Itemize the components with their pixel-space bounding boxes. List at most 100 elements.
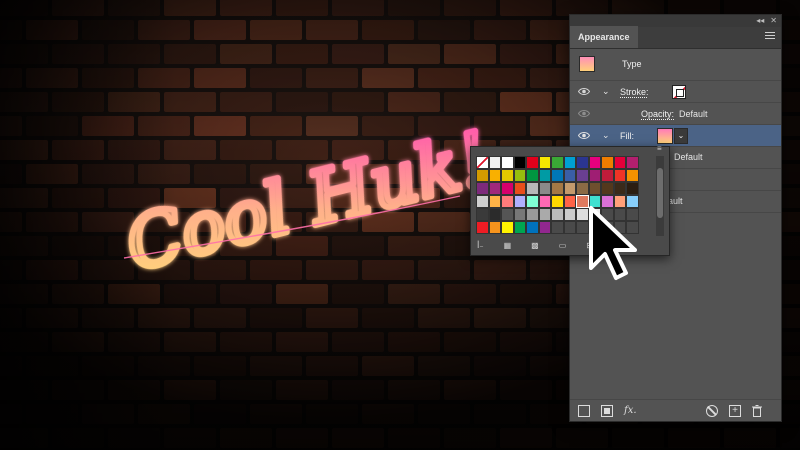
swatch-chip[interactable] [563,182,576,195]
swatch-chip[interactable] [513,208,526,221]
swatch-chip[interactable] [476,182,489,195]
swatch-chip[interactable] [551,221,564,234]
chevron-down-icon[interactable]: ⌄ [602,130,610,141]
swatch-chip[interactable] [501,169,514,182]
swatch-chip[interactable] [513,169,526,182]
trash-icon[interactable] [752,404,762,417]
swatch-chip[interactable] [551,182,564,195]
swatch-row [476,156,639,169]
swatch-chip[interactable] [613,156,626,169]
swatch-chip[interactable] [476,195,489,208]
fill-gradient-swatch[interactable] [657,128,673,144]
object-opacity-value: ault [668,196,683,206]
swatch-chip[interactable] [538,221,551,234]
swatch-chip[interactable] [501,195,514,208]
swatch-chip[interactable] [488,195,501,208]
eye-icon[interactable] [578,131,590,140]
no-entry-icon[interactable] [706,404,718,417]
swatch-scrollbar[interactable] [656,156,664,236]
swatch-chip[interactable] [601,182,614,195]
add-new-stroke-icon[interactable] [578,404,590,417]
swatch-chip[interactable] [551,156,564,169]
opacity-value: Default [679,109,708,119]
eye-icon[interactable] [578,109,590,118]
hamburger-menu-icon[interactable] [765,32,775,42]
cool-huk-lettering[interactable]: Cool Huk! [110,110,500,290]
swatch-chip[interactable] [501,156,514,169]
swatch-chip[interactable] [526,221,539,234]
add-new-fill-icon[interactable] [601,404,613,417]
swatch-chip[interactable] [576,182,589,195]
stroke-label[interactable]: Stroke: [620,87,649,97]
stroke-row[interactable]: ⌄ Stroke: [570,81,781,103]
swatch-chip[interactable] [488,182,501,195]
chevron-down-icon[interactable]: ⌄ [602,86,610,97]
new-color-group-icon[interactable]: ▭ [559,241,567,250]
type-row[interactable]: Type [570,49,781,81]
swatch-chip[interactable] [476,221,489,234]
stroke-none-swatch[interactable] [672,85,686,99]
swatch-chip[interactable] [576,156,589,169]
swatch-chip[interactable] [563,221,576,234]
show-kinds-icon[interactable]: ▦ [504,241,512,250]
eye-icon[interactable] [578,87,590,96]
swatch-chip[interactable] [526,182,539,195]
swatch-chip[interactable] [501,182,514,195]
swatch-chip[interactable] [626,169,639,182]
swatch-chip[interactable] [563,208,576,221]
fill-dropdown-chevron-icon[interactable]: ⌄ [674,128,688,144]
swatch-chip[interactable] [476,169,489,182]
swatch-chip[interactable] [563,156,576,169]
swatch-chip[interactable] [538,169,551,182]
swatch-chip[interactable] [501,221,514,234]
swatch-chip[interactable] [538,195,551,208]
collapse-panel-icon[interactable]: ◂◂ [756,17,764,25]
swatch-chip[interactable] [588,156,601,169]
swatch-chip[interactable] [563,195,576,208]
swatch-chip[interactable] [513,221,526,234]
swatch-chip[interactable] [526,195,539,208]
swatch-chip[interactable] [613,182,626,195]
swatch-chip[interactable] [526,208,539,221]
swatch-chip[interactable] [601,169,614,182]
swatch-chip[interactable] [601,156,614,169]
swatch-chip[interactable] [551,195,564,208]
swatch-chip[interactable] [488,169,501,182]
duplicate-item-icon[interactable]: + [729,404,741,417]
swatch-chip[interactable] [476,208,489,221]
swatch-chip[interactable] [526,156,539,169]
swatch-chip[interactable] [488,156,501,169]
swatch-chip[interactable] [551,208,564,221]
swatch-chip[interactable] [563,169,576,182]
swatch-chip[interactable] [538,156,551,169]
fill-label[interactable]: Fill: [620,131,634,141]
opacity-label[interactable]: Opacity: [641,109,674,119]
close-panel-icon[interactable]: ✕ [770,17,777,25]
swatch-chip[interactable] [513,156,526,169]
swatch-chip[interactable] [576,169,589,182]
swatch-chip[interactable] [513,195,526,208]
add-effect-icon[interactable]: fx. [624,405,640,417]
tab-appearance[interactable]: Appearance [570,26,638,48]
swatch-chip[interactable] [488,208,501,221]
swatch-chip[interactable] [613,169,626,182]
swatch-chip[interactable] [588,182,601,195]
swatch-chip[interactable] [538,182,551,195]
list-view-icon[interactable]: ≡ [657,145,662,153]
swatch-chip[interactable] [626,156,639,169]
swatch-libraries-icon[interactable]: ꟾ₋ [477,241,484,250]
none-swatch[interactable] [476,156,489,169]
lettering-text: Cool Huk! [118,116,490,280]
swatch-chip[interactable] [501,208,514,221]
stroke-opacity-row[interactable]: Opacity: Default [570,103,781,125]
panel-tabbar: Appearance [570,26,781,49]
swatch-options-icon[interactable]: ▩ [531,241,539,250]
swatch-chip[interactable] [626,182,639,195]
swatch-chip[interactable] [526,169,539,182]
swatch-chip[interactable] [513,182,526,195]
swatch-chip[interactable] [488,221,501,234]
swatch-chip[interactable] [538,208,551,221]
swatch-chip[interactable] [551,169,564,182]
fill-row[interactable]: ⌄ Fill: ⌄ [570,125,781,147]
swatch-chip[interactable] [588,169,601,182]
